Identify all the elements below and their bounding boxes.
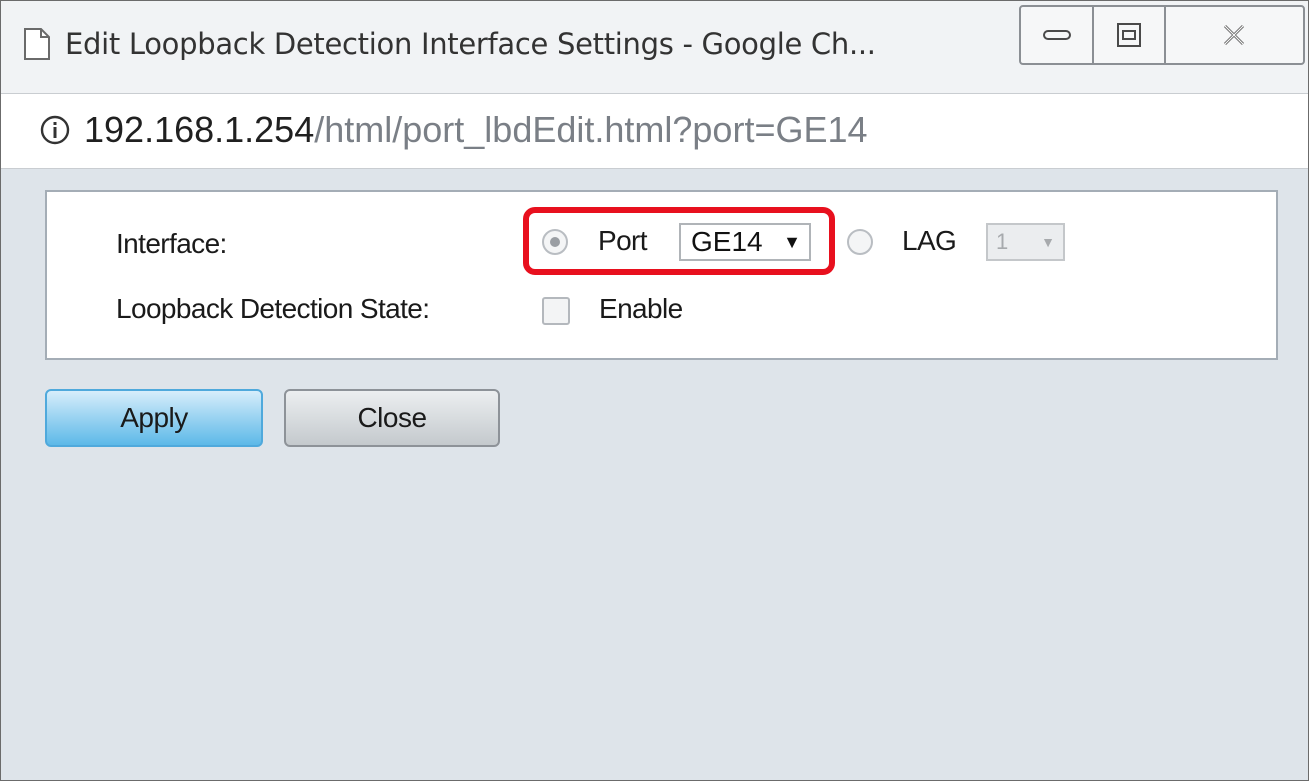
loopback-detection-state-label: Loopback Detection State: xyxy=(116,293,430,324)
close-window-button[interactable] xyxy=(1163,7,1303,63)
lag-select-value: 1 xyxy=(996,229,1009,254)
port-selection-highlight xyxy=(523,207,835,275)
enable-label: Enable xyxy=(599,293,683,324)
page-icon xyxy=(24,28,50,60)
lag-select[interactable]: 1 ▼ xyxy=(986,223,1065,261)
minimize-icon xyxy=(1042,30,1071,40)
window-title: Edit Loopback Detection Interface Settin… xyxy=(65,27,876,61)
address-bar[interactable]: 192.168.1.254/html/port_lbdEdit.html?por… xyxy=(1,93,1308,169)
apply-button[interactable]: Apply xyxy=(45,389,263,447)
interface-label: Interface: xyxy=(116,228,227,259)
maximize-button[interactable] xyxy=(1092,7,1164,63)
close-icon xyxy=(1224,24,1245,46)
minimize-button[interactable] xyxy=(1021,7,1092,63)
title-bar: Edit Loopback Detection Interface Settin… xyxy=(1,1,1308,93)
lag-option-label: LAG xyxy=(902,225,957,256)
url-host: 192.168.1.254 xyxy=(84,109,315,150)
window-controls xyxy=(1019,5,1305,65)
close-button[interactable]: Close xyxy=(284,389,500,447)
restore-icon xyxy=(1117,23,1142,47)
lag-radio[interactable] xyxy=(847,229,873,255)
dropdown-arrow-icon: ▼ xyxy=(1041,234,1055,250)
enable-checkbox[interactable] xyxy=(542,297,570,325)
url-path: /html/port_lbdEdit.html?port=GE14 xyxy=(314,109,868,150)
browser-popup-window: Edit Loopback Detection Interface Settin… xyxy=(0,0,1309,781)
info-icon[interactable] xyxy=(39,114,71,146)
url-text[interactable]: 192.168.1.254/html/port_lbdEdit.html?por… xyxy=(84,109,868,151)
